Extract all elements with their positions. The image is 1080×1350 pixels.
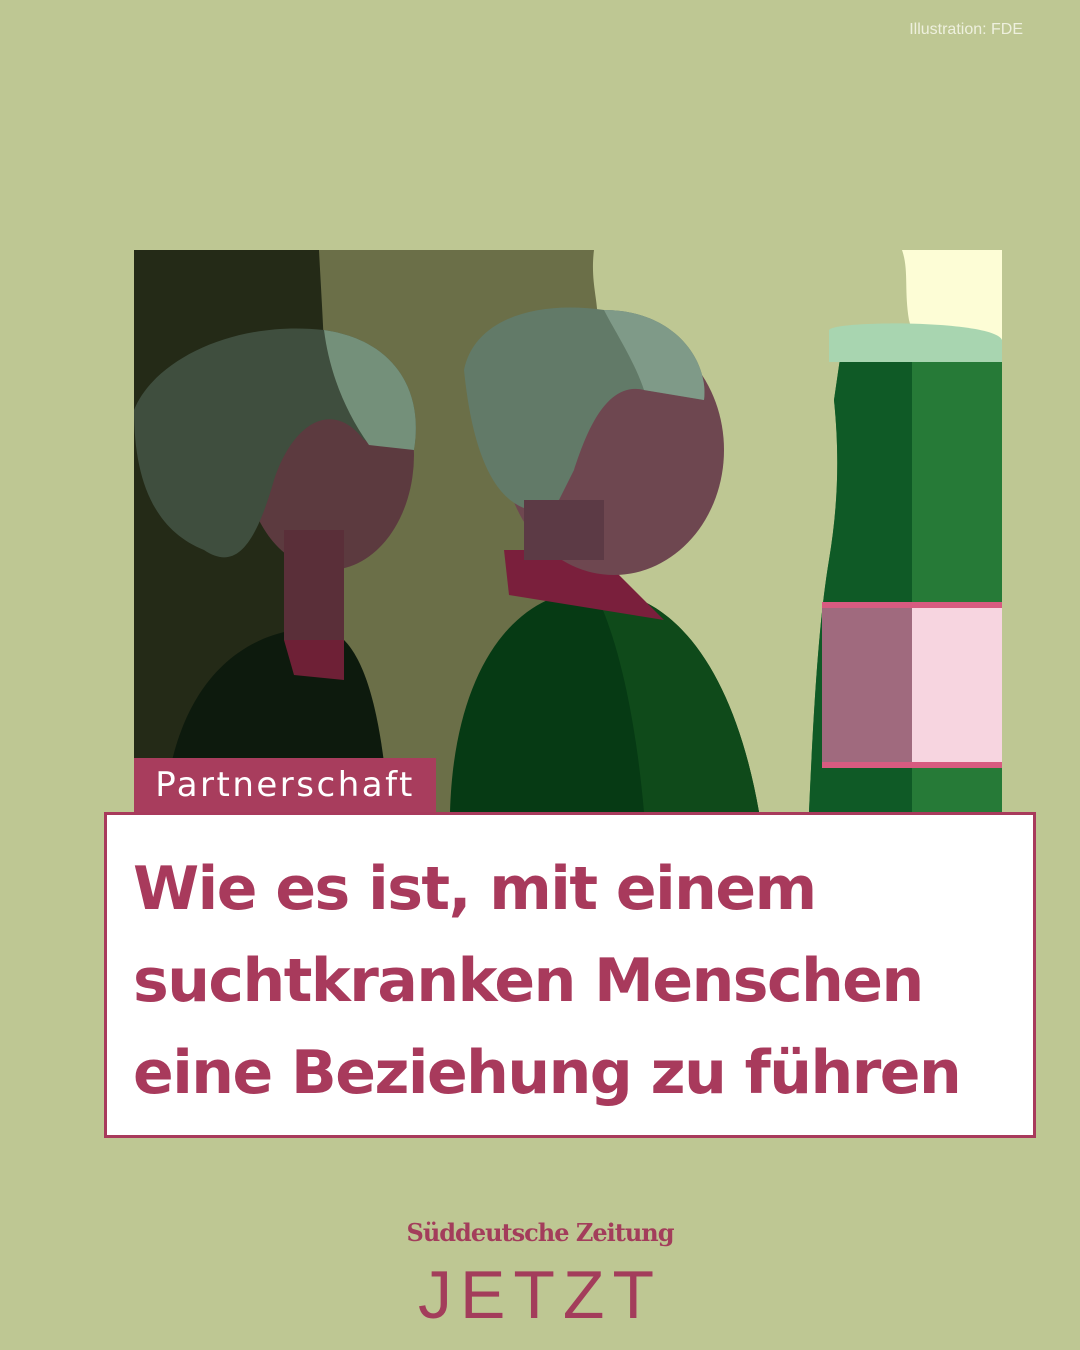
headline-box: Wie es ist, mit einem suchtkranken Mensc… xyxy=(104,812,1036,1138)
illustration-couple-and-bottle xyxy=(134,250,1002,812)
headline-line: suchtkranken Menschen xyxy=(133,946,924,1016)
headline: Wie es ist, mit einem suchtkranken Mensc… xyxy=(133,843,1033,1119)
category-tag: Partnerschaft xyxy=(134,758,436,812)
headline-line: eine Beziehung zu führen xyxy=(133,1038,962,1108)
illustration-credit: Illustration: FDE xyxy=(909,21,1023,38)
brand-logo: JETZT xyxy=(418,1257,662,1333)
headline-line: Wie es ist, mit einem xyxy=(133,854,817,924)
publisher-logo: Süddeutsche Zeitung xyxy=(406,1218,674,1247)
